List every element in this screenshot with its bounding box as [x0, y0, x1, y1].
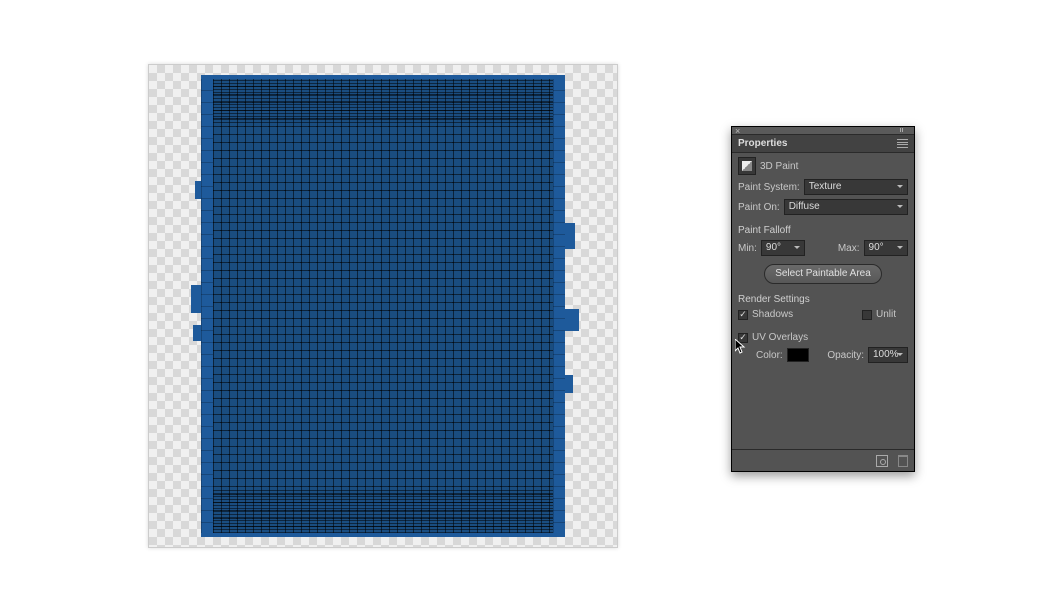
uv-dense-bottom	[213, 489, 553, 533]
falloff-min-select[interactable]: 90°	[761, 240, 805, 256]
uv-side-grid-left	[201, 79, 213, 533]
properties-panel: × Properties 3D Paint Paint System: Text…	[731, 126, 915, 472]
uv-overlays-label: UV Overlays	[752, 332, 808, 343]
render-snapshot-icon[interactable]	[876, 455, 888, 467]
brush-icon	[742, 161, 752, 171]
paint-on-select[interactable]: Diffuse	[784, 199, 908, 215]
shadows-label: Shadows	[752, 309, 793, 320]
paint-system-value: Texture	[809, 181, 842, 192]
uv-protrusion	[193, 325, 201, 341]
panel-body: 3D Paint Paint System: Texture Paint On:…	[732, 153, 914, 449]
overlay-color-swatch[interactable]	[787, 348, 809, 362]
opacity-label: Opacity:	[827, 350, 864, 361]
overlay-color-label: Color:	[756, 350, 783, 361]
uv-island	[201, 75, 565, 537]
paint-falloff-section: Paint Falloff	[738, 225, 908, 236]
uv-side-grid-right	[553, 79, 565, 533]
close-icon[interactable]: ×	[735, 127, 743, 135]
opacity-select[interactable]: 100%	[868, 347, 908, 363]
panel-menu-icon[interactable]	[897, 139, 908, 148]
uv-protrusion	[195, 181, 201, 199]
paint-system-select[interactable]: Texture	[804, 179, 908, 195]
opacity-value: 100%	[873, 349, 899, 360]
falloff-max-label: Max:	[838, 243, 860, 254]
uv-wireframe	[213, 79, 553, 533]
unlit-label: Unlit	[876, 309, 896, 320]
shadows-checkbox[interactable]	[738, 310, 748, 320]
falloff-max-value: 90°	[869, 242, 884, 253]
uv-overlays-checkbox[interactable]	[738, 333, 748, 343]
falloff-min-label: Min:	[738, 243, 757, 254]
paint-mode-icon[interactable]	[738, 157, 756, 175]
panel-title-bar[interactable]: Properties	[732, 135, 914, 153]
collapse-icon[interactable]	[900, 128, 910, 132]
trash-icon[interactable]	[898, 455, 908, 467]
paint-system-label: Paint System:	[738, 182, 800, 193]
uv-protrusion	[565, 375, 573, 393]
render-settings-section: Render Settings	[738, 294, 908, 305]
panel-title-label: Properties	[738, 138, 787, 149]
uv-protrusion	[191, 285, 201, 313]
uv-canvas[interactable]	[148, 64, 618, 548]
select-paintable-label: Select Paintable Area	[775, 268, 871, 279]
unlit-checkbox[interactable]	[862, 310, 872, 320]
falloff-max-select[interactable]: 90°	[864, 240, 908, 256]
panel-footer	[732, 449, 914, 471]
paint-on-value: Diffuse	[789, 201, 820, 212]
paint-on-label: Paint On:	[738, 202, 780, 213]
uv-protrusion	[565, 309, 579, 331]
panel-dragbar[interactable]: ×	[732, 127, 914, 135]
uv-dense-top	[213, 79, 553, 123]
falloff-min-value: 90°	[766, 242, 781, 253]
select-paintable-area-button[interactable]: Select Paintable Area	[764, 264, 882, 284]
mode-label: 3D Paint	[760, 161, 798, 172]
uv-protrusion	[565, 223, 575, 249]
